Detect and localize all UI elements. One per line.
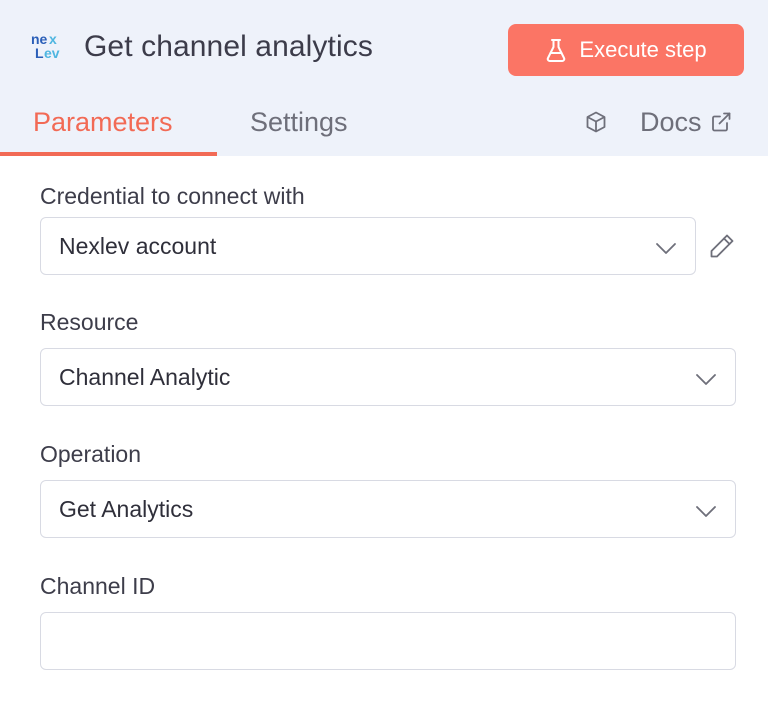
- resource-select[interactable]: Channel Analytic: [40, 348, 736, 406]
- chevron-down-icon: [695, 500, 717, 520]
- operation-select[interactable]: Get Analytics: [40, 480, 736, 538]
- execute-step-button[interactable]: Execute step: [508, 24, 744, 76]
- panel-header: ne x L ev Get channel analytics Execute …: [0, 0, 768, 156]
- resource-label: Resource: [40, 309, 139, 335]
- active-tab-indicator: [0, 152, 217, 156]
- docs-link[interactable]: Docs: [640, 104, 732, 140]
- tab-parameters[interactable]: Parameters: [33, 104, 173, 140]
- resource-value: Channel Analytic: [59, 363, 231, 390]
- credential-select[interactable]: Nexlev account: [40, 217, 696, 275]
- docs-label: Docs: [640, 107, 702, 137]
- chevron-down-icon: [655, 237, 677, 257]
- cube-icon[interactable]: [584, 110, 608, 134]
- channel-id-label: Channel ID: [40, 573, 156, 599]
- node-parameters-panel: ne x L ev Get channel analytics Execute …: [0, 0, 768, 712]
- credential-label: Credential to connect with: [40, 183, 305, 209]
- chevron-down-icon: [695, 368, 717, 388]
- svg-text:ev: ev: [44, 45, 60, 61]
- credential-value: Nexlev account: [59, 232, 217, 259]
- channel-id-input[interactable]: [40, 612, 736, 670]
- operation-label: Operation: [40, 441, 142, 467]
- operation-value: Get Analytics: [59, 495, 194, 522]
- node-title[interactable]: Get channel analytics: [84, 28, 373, 66]
- external-link-icon: [710, 111, 732, 133]
- flask-icon: [545, 38, 567, 62]
- execute-step-label: Execute step: [579, 37, 707, 62]
- nexlev-logo-icon: ne x L ev: [30, 30, 68, 62]
- pencil-icon[interactable]: [708, 232, 736, 260]
- tab-settings[interactable]: Settings: [250, 104, 348, 140]
- svg-text:L: L: [35, 45, 44, 61]
